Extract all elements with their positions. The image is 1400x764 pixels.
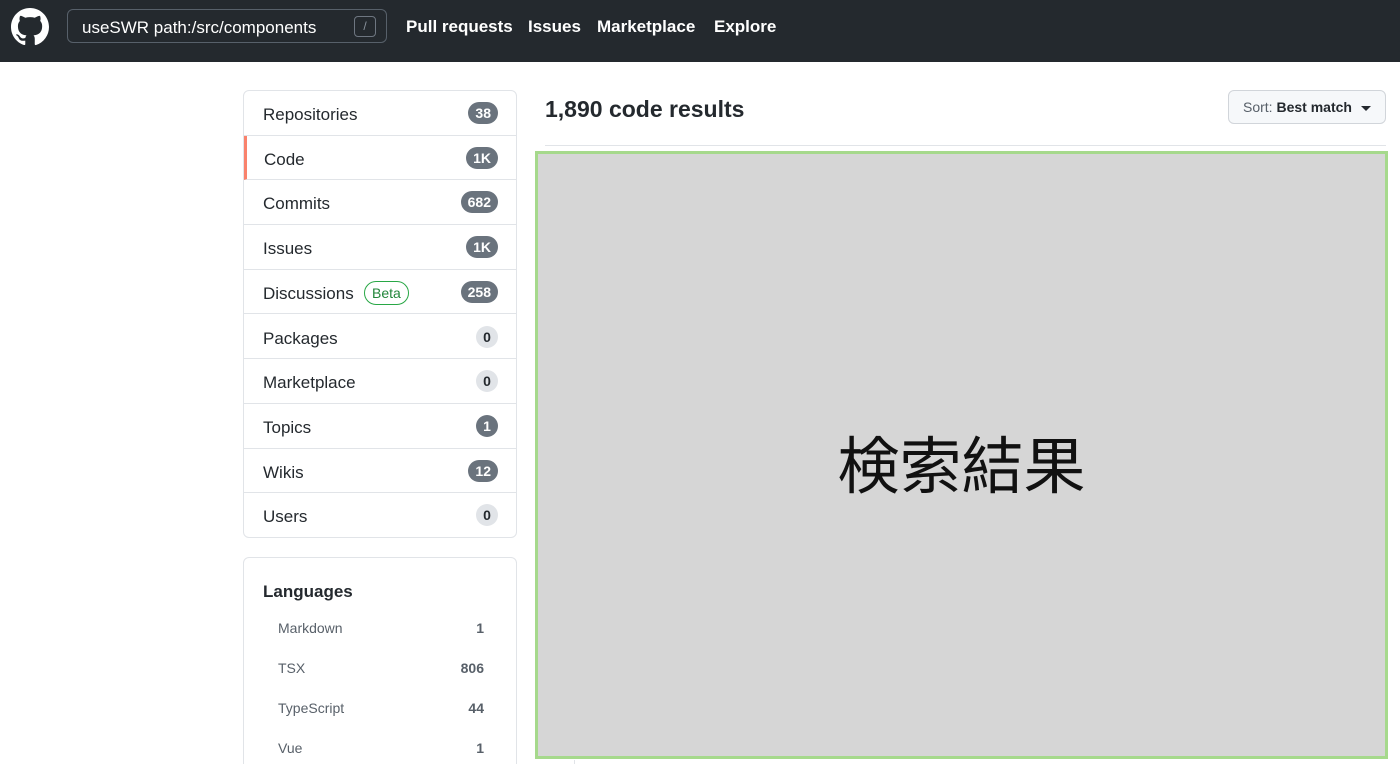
menu-item-label: Code	[264, 149, 305, 169]
github-logo-icon[interactable]	[11, 8, 49, 46]
menu-item-label: Repositories	[263, 105, 358, 124]
menu-item-repositories[interactable]: Repositories 38	[244, 91, 516, 136]
menu-item-marketplace[interactable]: Marketplace 0	[244, 359, 516, 404]
menu-item-discussions[interactable]: Discussions Beta 258	[244, 270, 516, 315]
language-count: 44	[468, 700, 484, 716]
search-input[interactable]: useSWR path:/src/components /	[67, 9, 387, 43]
results-divider	[545, 145, 1386, 146]
nav-marketplace[interactable]: Marketplace	[597, 17, 695, 37]
search-type-menu: Repositories 38 Code 1K Commits 682 Issu…	[243, 90, 517, 538]
menu-item-commits[interactable]: Commits 682	[244, 180, 516, 226]
menu-item-label: Discussions	[263, 283, 354, 303]
language-filter-item[interactable]: TSX 806	[264, 657, 484, 681]
language-name: Vue	[278, 740, 303, 756]
results-list-edge	[574, 760, 575, 764]
search-results-placeholder: 検索結果	[535, 151, 1388, 759]
search-shortcut-hint: /	[354, 16, 376, 37]
nav-explore[interactable]: Explore	[714, 17, 776, 37]
count-badge: 1K	[466, 236, 498, 259]
beta-label: Beta	[364, 280, 409, 305]
language-count: 1	[476, 620, 484, 636]
count-badge: 0	[476, 325, 498, 348]
language-name: TSX	[278, 660, 306, 676]
nav-issues[interactable]: Issues	[528, 17, 581, 37]
menu-item-label: Marketplace	[263, 373, 356, 393]
count-badge: 38	[468, 102, 498, 124]
languages-title: Languages	[263, 582, 353, 601]
count-badge: 682	[460, 191, 498, 214]
nav-pull-requests[interactable]: Pull requests	[406, 17, 513, 37]
language-filter-item[interactable]: Vue 1	[264, 737, 484, 761]
menu-item-label: Users	[263, 507, 308, 527]
language-filter-item[interactable]: Markdown 1	[264, 617, 484, 641]
menu-item-users[interactable]: Users 0	[244, 493, 516, 537]
sort-value: Best match	[1276, 99, 1352, 115]
sort-prefix: Sort:	[1243, 99, 1273, 115]
count-badge: 258	[460, 280, 498, 303]
language-name: TypeScript	[278, 700, 345, 716]
top-header: useSWR path:/src/components / Pull reque…	[0, 0, 1400, 62]
count-badge: 1	[476, 414, 498, 437]
languages-panel: Languages Markdown 1 TSX 806 TypeScript …	[243, 557, 517, 764]
count-badge: 12	[468, 459, 498, 482]
menu-item-label: Commits	[263, 194, 331, 214]
sort-dropdown-button[interactable]: Sort: Best match	[1228, 90, 1386, 124]
menu-item-label: Topics	[263, 417, 312, 437]
count-badge: 0	[476, 504, 498, 527]
results-count-heading: 1,890 code results	[545, 96, 745, 122]
menu-item-wikis[interactable]: Wikis 12	[244, 449, 516, 494]
placeholder-label: 検索結果	[837, 430, 1086, 503]
menu-item-label: Wikis	[263, 462, 304, 482]
sort-label: Sort: Best match	[1243, 99, 1352, 115]
menu-item-packages[interactable]: Packages 0	[244, 315, 516, 360]
count-badge: 0	[476, 370, 498, 393]
caret-down-icon	[1361, 106, 1371, 111]
menu-item-label: Packages	[263, 328, 338, 348]
search-query-text[interactable]: useSWR path:/src/components	[82, 18, 316, 38]
language-count: 1	[476, 740, 484, 756]
menu-item-issues[interactable]: Issues 1K	[244, 225, 516, 270]
count-badge: 1K	[466, 146, 498, 169]
menu-item-topics[interactable]: Topics 1	[244, 404, 516, 449]
language-name: Markdown	[278, 620, 343, 636]
menu-item-code[interactable]: Code 1K	[244, 135, 516, 181]
menu-item-label: Issues	[263, 239, 313, 259]
language-filter-item[interactable]: TypeScript 44	[264, 697, 484, 721]
language-count: 806	[460, 660, 484, 676]
